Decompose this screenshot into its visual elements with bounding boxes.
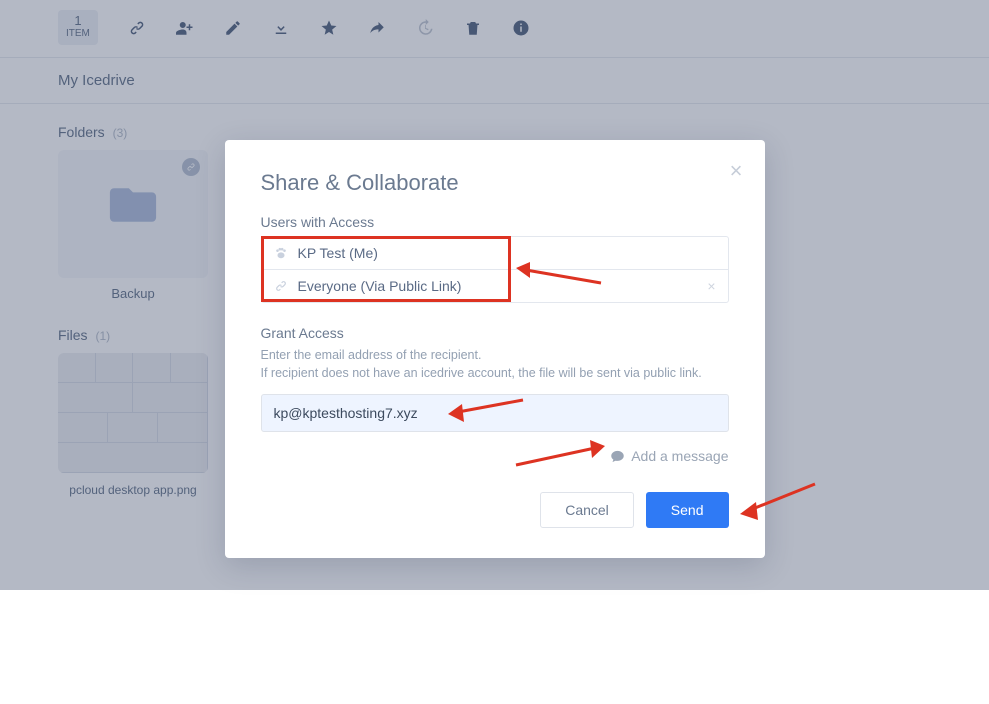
remove-access-icon[interactable]: × [707, 278, 715, 294]
share-modal: × Share & Collaborate Users with Access … [225, 140, 765, 558]
helper-line: Enter the email address of the recipient… [261, 347, 729, 365]
close-icon[interactable]: × [730, 158, 743, 184]
modal-button-row: Cancel Send [261, 492, 729, 528]
modal-title: Share & Collaborate [261, 170, 729, 196]
modal-overlay: × Share & Collaborate Users with Access … [0, 0, 989, 590]
cancel-button[interactable]: Cancel [540, 492, 634, 528]
grant-access-heading: Grant Access [261, 325, 729, 341]
access-row-owner: KP Test (Me) [262, 237, 728, 269]
add-message-link[interactable]: Add a message [261, 448, 729, 464]
access-user-label: KP Test (Me) [298, 245, 378, 261]
send-button[interactable]: Send [646, 492, 729, 528]
grant-helper-text: Enter the email address of the recipient… [261, 347, 729, 382]
access-user-label: Everyone (Via Public Link) [298, 278, 462, 294]
helper-line: If recipient does not have an icedrive a… [261, 365, 729, 383]
speech-bubble-icon [610, 449, 625, 464]
link-icon [274, 279, 288, 293]
add-message-label: Add a message [631, 448, 728, 464]
users-with-access-heading: Users with Access [261, 214, 729, 230]
recipient-email-input[interactable] [261, 394, 729, 432]
access-row-public: Everyone (Via Public Link) × [262, 269, 728, 302]
paw-icon [274, 246, 288, 260]
access-list: KP Test (Me) Everyone (Via Public Link) … [261, 236, 729, 303]
